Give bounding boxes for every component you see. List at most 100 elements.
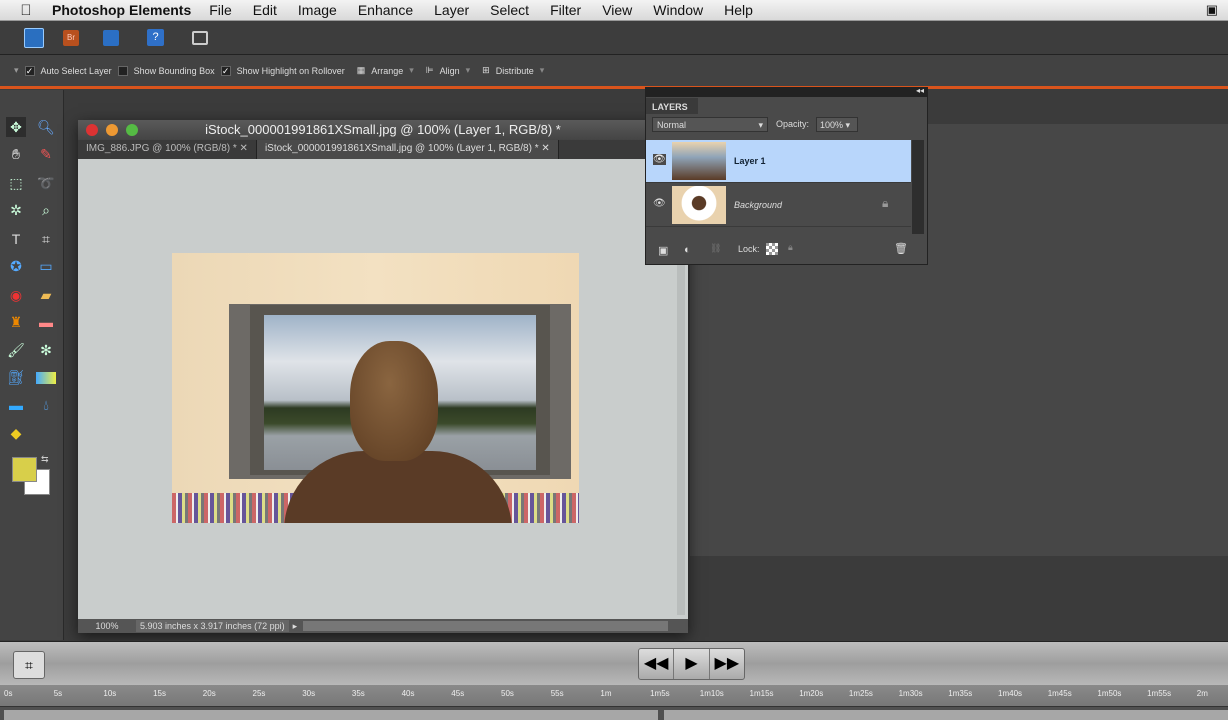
- new-file-icon[interactable]: [24, 28, 44, 48]
- timeline-tick: 1m55s: [1147, 689, 1172, 698]
- new-layer-icon[interactable]: ▣: [658, 244, 668, 257]
- smart-brush-icon[interactable]: ✻: [36, 340, 56, 360]
- visibility-eye-icon[interactable]: 👁︎: [653, 154, 666, 165]
- menu-help[interactable]: Help: [724, 2, 753, 18]
- menu-layer[interactable]: Layer: [434, 2, 469, 18]
- move-tool-icon[interactable]: ✥: [6, 117, 26, 137]
- align-icon: ⊫: [425, 65, 434, 75]
- timeline-tick: 10s: [103, 689, 117, 698]
- clip-1[interactable]: [4, 710, 658, 720]
- help-button[interactable]: ?: [147, 29, 164, 46]
- hand-tool-icon[interactable]: ✋︎: [6, 144, 26, 164]
- menu-enhance[interactable]: Enhance: [358, 2, 413, 18]
- timeline-tick: 50s: [501, 689, 514, 698]
- horizontal-scrollbar[interactable]: [303, 621, 668, 631]
- menu-window[interactable]: Window: [653, 2, 703, 18]
- opacity-field[interactable]: 100% ▾: [816, 117, 858, 132]
- bounding-box-checkbox[interactable]: [117, 65, 128, 76]
- timeline-tick: 55s: [550, 689, 564, 698]
- quick-selection-icon[interactable]: ⌕: [36, 200, 56, 220]
- menu-image[interactable]: Image: [298, 2, 337, 18]
- layer-name[interactable]: Background: [734, 200, 782, 210]
- zoom-window-button[interactable]: [126, 124, 138, 136]
- apple-icon[interactable]: : [0, 2, 52, 19]
- crop-tool-icon[interactable]: ⌗: [36, 229, 56, 249]
- layer-row-layer-1[interactable]: 👁︎ Layer 1: [646, 140, 911, 183]
- sponge-icon[interactable]: ◆: [6, 423, 26, 443]
- foreground-color-top[interactable]: [12, 457, 37, 482]
- tab-istock[interactable]: iStock_000001991861XSmall.jpg @ 100% (La…: [256, 140, 559, 159]
- clip-2[interactable]: [664, 710, 1228, 720]
- minimize-window-button[interactable]: [106, 124, 118, 136]
- straighten-icon[interactable]: ▭: [36, 256, 56, 276]
- menu-view[interactable]: View: [602, 2, 632, 18]
- auto-select-label: Auto Select Layer: [40, 65, 112, 76]
- timeline-tick: 1m40s: [998, 689, 1023, 698]
- tab-img-886[interactable]: IMG_886.JPG @ 100% (RGB/8) * ✕: [78, 140, 257, 159]
- auto-select-checkbox[interactable]: ✓: [24, 65, 35, 76]
- layer-row-background[interactable]: 👁︎ Background 🔒︎: [646, 184, 911, 227]
- playback-controls: ◀◀ ▶ ▶▶: [638, 648, 745, 680]
- timeline-tick: 2m: [1196, 689, 1208, 698]
- lock-transparency-button[interactable]: [766, 243, 778, 255]
- eraser-icon[interactable]: ▬: [36, 312, 56, 332]
- layer-thumbnail: [672, 142, 726, 180]
- layers-panel-title[interactable]: LAYERS: [646, 98, 698, 114]
- blur-icon[interactable]: 💧︎: [36, 395, 56, 415]
- screen-record-icon[interactable]: ▣: [1206, 2, 1218, 18]
- bridge-button[interactable]: Br: [63, 30, 79, 46]
- adjustment-layer-icon[interactable]: ◐: [684, 244, 691, 256]
- blend-mode-dropdown[interactable]: Normal ▾: [652, 117, 768, 132]
- swap-colors-icon[interactable]: ⇆: [41, 454, 49, 465]
- canvas-image[interactable]: [172, 253, 579, 523]
- healing-brush-icon[interactable]: ▰: [36, 285, 56, 305]
- layers-scrollbar[interactable]: [912, 140, 924, 234]
- type-tool-icon[interactable]: T: [6, 229, 26, 249]
- lasso-icon[interactable]: ➰: [36, 173, 56, 193]
- menu-file[interactable]: File: [209, 2, 232, 18]
- document-window: iStock_000001991861XSmall.jpg @ 100% (La…: [78, 120, 688, 633]
- eyedropper-icon[interactable]: ✎: [36, 144, 56, 164]
- collapse-panel-icon[interactable]: ◂◂: [916, 86, 924, 95]
- layout-icon[interactable]: [192, 31, 208, 45]
- timeline-tick: 1m25s: [848, 689, 873, 698]
- crop-button[interactable]: ⌗: [13, 651, 45, 679]
- rewind-button[interactable]: ◀◀: [639, 649, 675, 679]
- options-menu-icon[interactable]: ▾: [14, 65, 19, 76]
- timeline-tick: 0s: [4, 689, 13, 698]
- play-button[interactable]: ▶: [674, 649, 710, 679]
- close-window-button[interactable]: [86, 124, 98, 136]
- zoom-tool-icon[interactable]: 🔍︎: [36, 117, 56, 137]
- clone-stamp-icon[interactable]: ♜: [6, 312, 26, 332]
- paint-bucket-icon[interactable]: ⛽︎: [6, 367, 26, 387]
- lock-all-button[interactable]: 🔒︎: [788, 242, 793, 253]
- timeline-tick: 30s: [302, 689, 316, 698]
- align-dropdown[interactable]: Align: [440, 66, 460, 76]
- zoom-level[interactable]: 100%: [78, 621, 136, 631]
- status-menu-arrow[interactable]: ▸: [293, 621, 298, 632]
- shape-icon[interactable]: ▬: [6, 395, 26, 415]
- menu-filter[interactable]: Filter: [550, 2, 581, 18]
- red-eye-icon[interactable]: ◉: [6, 285, 26, 305]
- link-icon[interactable]: ⛓︎: [710, 243, 721, 254]
- arrange-dropdown[interactable]: Arrange: [371, 66, 403, 76]
- brush-icon[interactable]: 🖌︎: [6, 340, 26, 360]
- layer-name[interactable]: Layer 1: [734, 156, 766, 166]
- highlight-checkbox[interactable]: ✓: [220, 65, 231, 76]
- bottom-bar: ⌗ ◀◀ ▶ ▶▶: [0, 641, 1228, 685]
- lock-icon: 🔒︎: [882, 196, 889, 210]
- app-name[interactable]: Photoshop Elements: [52, 2, 191, 18]
- gradient-icon[interactable]: [36, 372, 56, 384]
- marquee-icon[interactable]: ⬚: [6, 173, 26, 193]
- cookie-cutter-icon[interactable]: ✪: [6, 256, 26, 276]
- magic-wand-icon[interactable]: ✲: [6, 200, 26, 220]
- delete-layer-icon[interactable]: 🗑︎: [894, 242, 908, 255]
- menu-edit[interactable]: Edit: [253, 2, 277, 18]
- distribute-dropdown[interactable]: Distribute: [496, 66, 534, 76]
- fast-forward-button[interactable]: ▶▶: [710, 649, 744, 679]
- visibility-eye-icon[interactable]: 👁︎: [653, 198, 666, 209]
- menu-select[interactable]: Select: [490, 2, 529, 18]
- save-icon[interactable]: [103, 30, 119, 46]
- layer-thumbnail: [672, 186, 726, 224]
- timeline-ruler[interactable]: 0s 5s 10s 15s 20s 25s 30s 35s 40s 45s 50s 55s 1m 1m5s…: [0, 685, 1228, 707]
